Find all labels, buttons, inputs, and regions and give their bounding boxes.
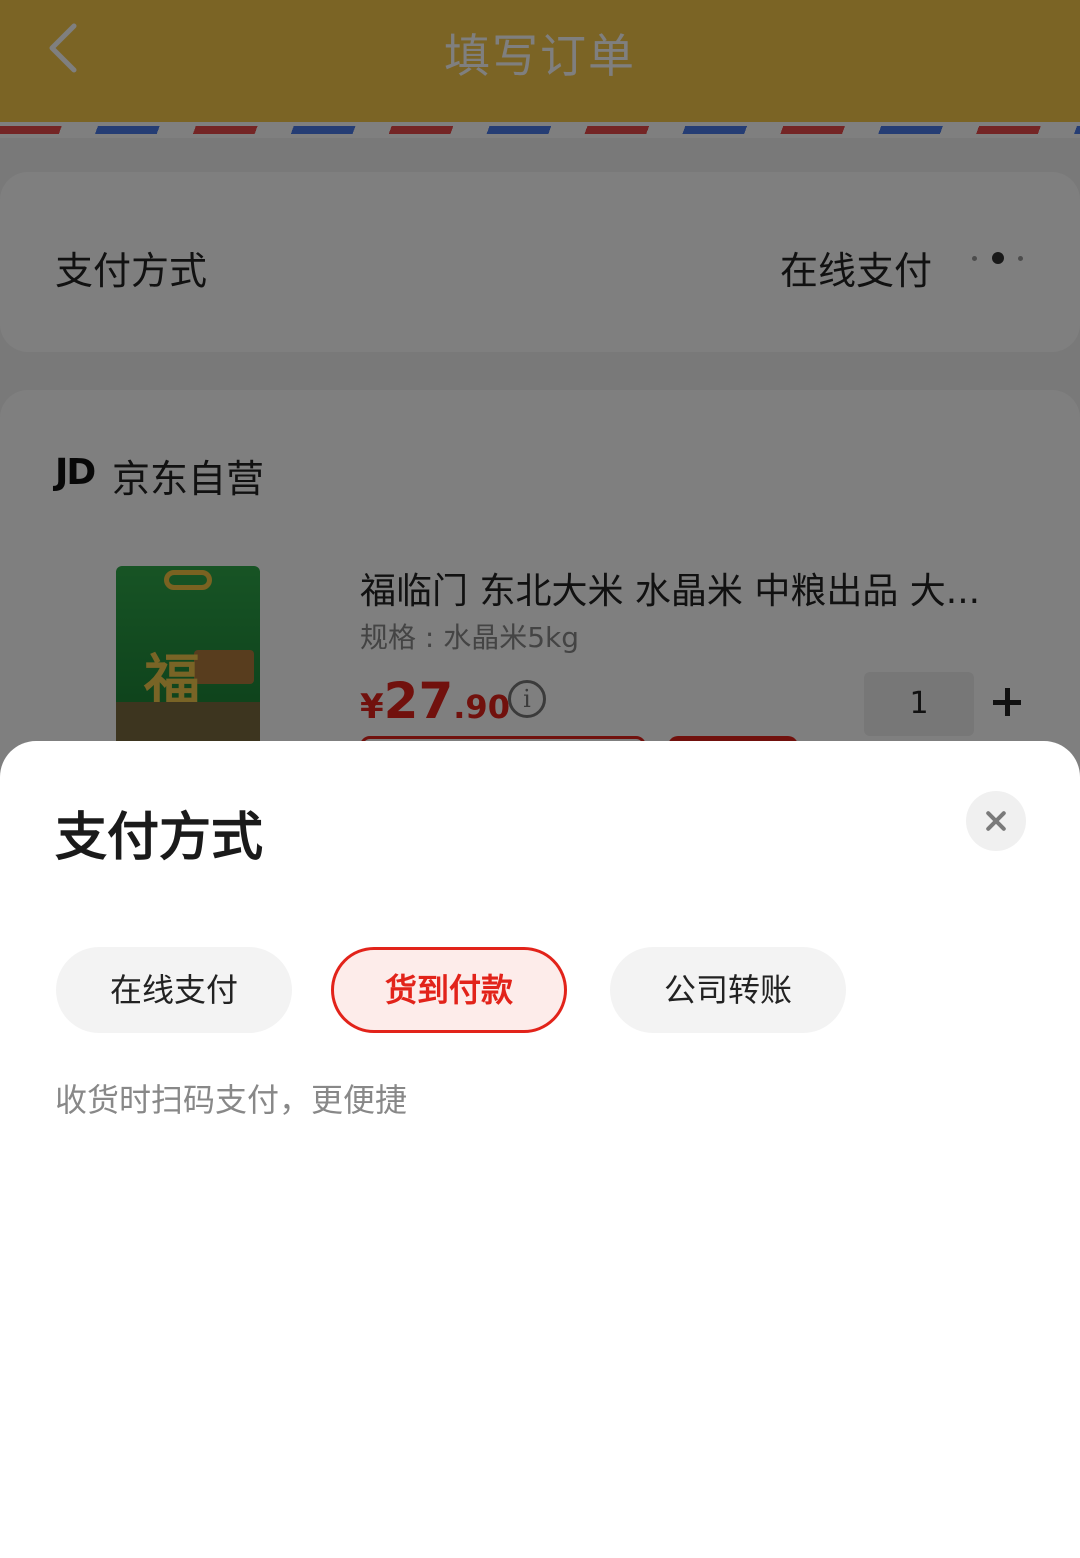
option-online-payment[interactable]: 在线支付 — [56, 947, 292, 1033]
option-company-transfer[interactable]: 公司转账 — [610, 947, 846, 1033]
close-icon[interactable] — [966, 791, 1026, 851]
payment-method-sheet: 支付方式 在线支付 货到付款 公司转账 收货时扫码支付，更便捷 — [0, 741, 1080, 1558]
option-cash-on-delivery[interactable]: 货到付款 — [331, 947, 567, 1033]
payment-hint: 收货时扫码支付，更便捷 — [55, 1081, 408, 1119]
sheet-title: 支付方式 — [55, 808, 264, 868]
